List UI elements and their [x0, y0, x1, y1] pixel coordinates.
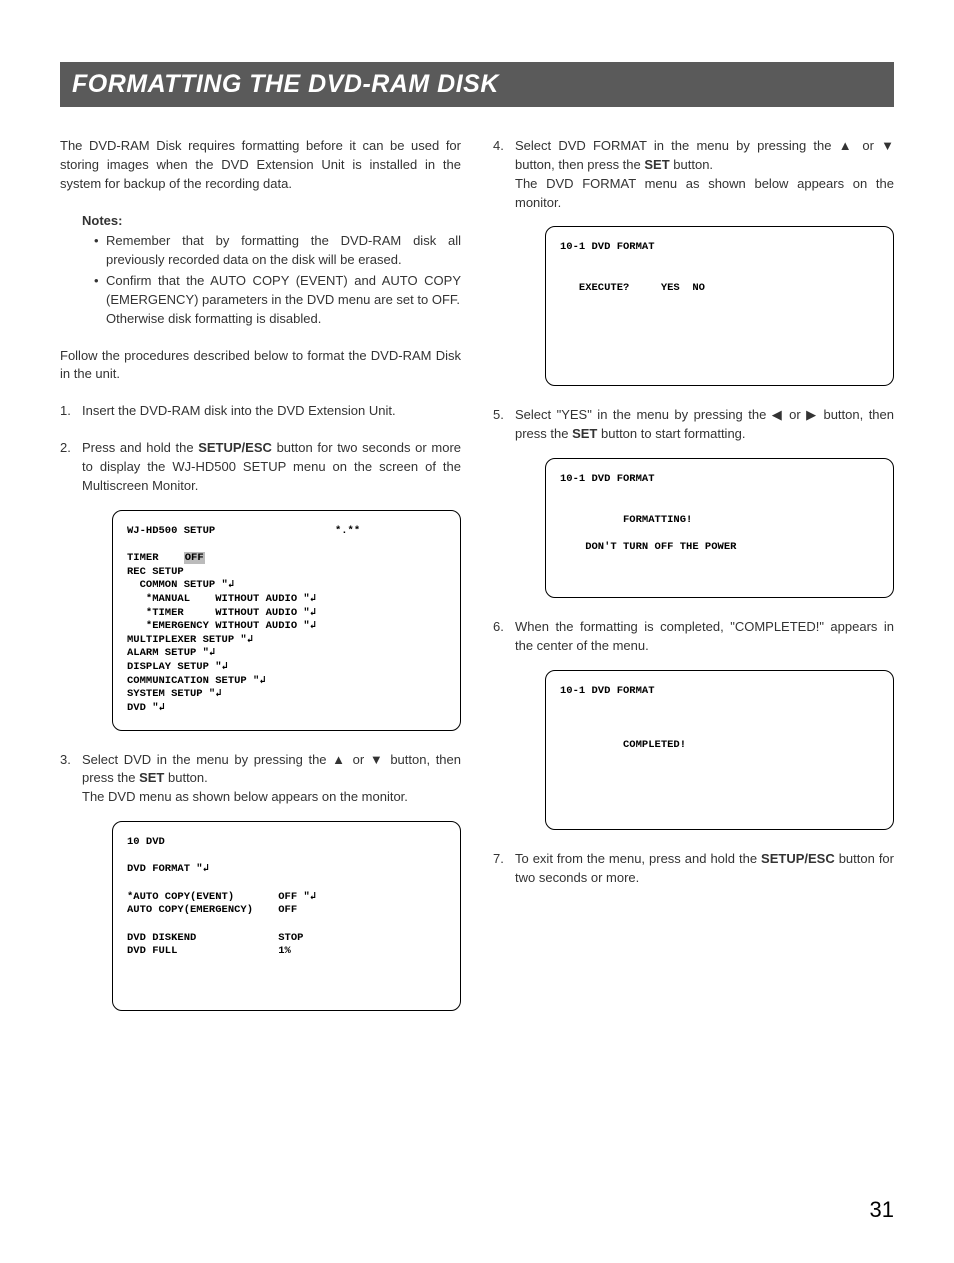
menu-line: COMPLETED! — [560, 739, 686, 751]
menu-value: 1% — [278, 945, 291, 957]
step-number: 4. — [493, 137, 504, 156]
notes-heading: Notes: — [82, 212, 461, 231]
right-arrow-icon: ▶ — [806, 407, 818, 422]
content-columns: The DVD-RAM Disk requires formatting bef… — [60, 137, 894, 1031]
menu-line: *TIMER WITHOUT AUDIO "↲ — [127, 607, 316, 619]
up-arrow-icon: ▲ — [332, 752, 347, 767]
menu-value: OFF — [278, 904, 297, 916]
right-column: 4. Select DVD FORMAT in the menu by pres… — [493, 137, 894, 1031]
step-6: 6. When the formatting is completed, "CO… — [493, 618, 894, 830]
completed-menu-screenshot: 10-1 DVD FORMAT COMPLETED! — [545, 670, 894, 830]
step-text: The DVD FORMAT menu as shown below appea… — [515, 176, 894, 210]
menu-line: ALARM SETUP "↲ — [127, 647, 215, 659]
menu-line: DISPLAY SETUP "↲ — [127, 661, 228, 673]
menu-line: *EMERGENCY WITHOUT AUDIO "↲ — [127, 620, 316, 632]
step-3: 3. Select DVD in the menu by pressing th… — [60, 751, 461, 1012]
step-text: or — [784, 407, 807, 422]
step-text: button. — [670, 157, 713, 172]
dvd-menu-screenshot: 10 DVD DVD FORMAT "↲ *AUTO COPY(EVENT) O… — [112, 821, 461, 1011]
step-5: 5. Select "YES" in the menu by pressing … — [493, 406, 894, 598]
step-text: To exit from the menu, press and hold th… — [515, 851, 761, 866]
button-ref: SETUP/ESC — [761, 851, 835, 866]
step-4: 4. Select DVD FORMAT in the menu by pres… — [493, 137, 894, 386]
menu-line: EXECUTE? YES NO — [560, 282, 705, 294]
step-text: Select "YES" in the menu by pressing the — [515, 407, 772, 422]
menu-line: *AUTO COPY(EVENT) — [127, 891, 234, 903]
step-text: Select DVD FORMAT in the menu by pressin… — [515, 138, 839, 153]
dvd-format-menu-screenshot: 10-1 DVD FORMAT EXECUTE? YES NO — [545, 226, 894, 386]
menu-line: DVD FORMAT "↲ — [127, 863, 209, 875]
up-arrow-icon: ▲ — [839, 138, 855, 153]
setup-menu-screenshot: WJ-HD500 SETUP *.** TIMER OFF REC SETUP … — [112, 510, 461, 731]
page-title: FORMATTING THE DVD-RAM DISK — [60, 62, 894, 107]
button-ref: SET — [139, 770, 164, 785]
button-ref: SETUP/ESC — [198, 440, 272, 455]
step-number: 5. — [493, 406, 504, 425]
step-text: When the formatting is completed, "COMPL… — [515, 619, 894, 653]
menu-value: OFF "↲ — [278, 891, 316, 903]
step-text: button. — [164, 770, 207, 785]
step-number: 6. — [493, 618, 504, 637]
step-number: 3. — [60, 751, 71, 770]
menu-header: 10 DVD — [127, 836, 165, 848]
note-text: Otherwise disk formatting is disabled. — [106, 311, 321, 326]
step-text: Insert the DVD-RAM disk into the DVD Ext… — [82, 403, 396, 418]
button-ref: SET — [572, 426, 597, 441]
steps-left: 1. Insert the DVD-RAM disk into the DVD … — [60, 402, 461, 1011]
note-item: Confirm that the AUTO COPY (EVENT) and A… — [94, 272, 461, 329]
step-text: The DVD menu as shown below appears on t… — [82, 789, 408, 804]
menu-line: DVD DISKEND — [127, 932, 196, 944]
step-text: button, then press the — [515, 157, 644, 172]
down-arrow-icon: ▼ — [881, 138, 894, 153]
menu-highlight: OFF — [184, 552, 205, 564]
menu-line: SYSTEM SETUP "↲ — [127, 688, 222, 700]
menu-line: DVD FULL — [127, 945, 177, 957]
notes-list: Remember that by formatting the DVD-RAM … — [94, 232, 461, 328]
menu-version: *.** — [335, 525, 360, 537]
menu-header: 10-1 DVD FORMAT — [560, 685, 655, 697]
menu-line: DVD "↲ — [127, 702, 165, 714]
left-column: The DVD-RAM Disk requires formatting bef… — [60, 137, 461, 1031]
menu-value: STOP — [278, 932, 303, 944]
step-text: Press and hold the — [82, 440, 198, 455]
step-1: 1. Insert the DVD-RAM disk into the DVD … — [60, 402, 461, 421]
step-text: or — [855, 138, 881, 153]
step-text: button to start formatting. — [597, 426, 745, 441]
down-arrow-icon: ▼ — [370, 752, 385, 767]
step-number: 7. — [493, 850, 504, 869]
intro-text: The DVD-RAM Disk requires formatting bef… — [60, 137, 461, 194]
button-ref: SET — [644, 157, 669, 172]
menu-header: 10-1 DVD FORMAT — [560, 473, 655, 485]
page-number: 31 — [870, 1197, 894, 1223]
step-text: Select DVD in the menu by pressing the — [82, 752, 332, 767]
note-text: Confirm that the AUTO COPY (EVENT) and A… — [106, 273, 461, 307]
step-7: 7. To exit from the menu, press and hold… — [493, 850, 894, 888]
steps-right: 4. Select DVD FORMAT in the menu by pres… — [493, 137, 894, 887]
menu-line: COMMUNICATION SETUP "↲ — [127, 675, 266, 687]
follow-text: Follow the procedures described below to… — [60, 347, 461, 385]
note-item: Remember that by formatting the DVD-RAM … — [94, 232, 461, 270]
menu-line: AUTO COPY(EMERGENCY) — [127, 904, 253, 916]
formatting-menu-screenshot: 10-1 DVD FORMAT FORMATTING! DON'T TURN O… — [545, 458, 894, 598]
menu-line: *MANUAL WITHOUT AUDIO "↲ — [127, 593, 316, 605]
step-number: 1. — [60, 402, 71, 421]
menu-header: WJ-HD500 SETUP — [127, 525, 215, 537]
menu-line: COMMON SETUP "↲ — [127, 579, 234, 591]
step-2: 2. Press and hold the SETUP/ESC button f… — [60, 439, 461, 731]
left-arrow-icon: ◀ — [772, 407, 784, 422]
menu-line: TIMER — [127, 552, 184, 564]
step-text: or — [347, 752, 370, 767]
menu-line: REC SETUP — [127, 566, 184, 578]
menu-line: FORMATTING! — [560, 514, 692, 526]
menu-header: 10-1 DVD FORMAT — [560, 241, 655, 253]
menu-line: MULTIPLEXER SETUP "↲ — [127, 634, 253, 646]
step-number: 2. — [60, 439, 71, 458]
menu-line: DON'T TURN OFF THE POWER — [560, 541, 736, 553]
